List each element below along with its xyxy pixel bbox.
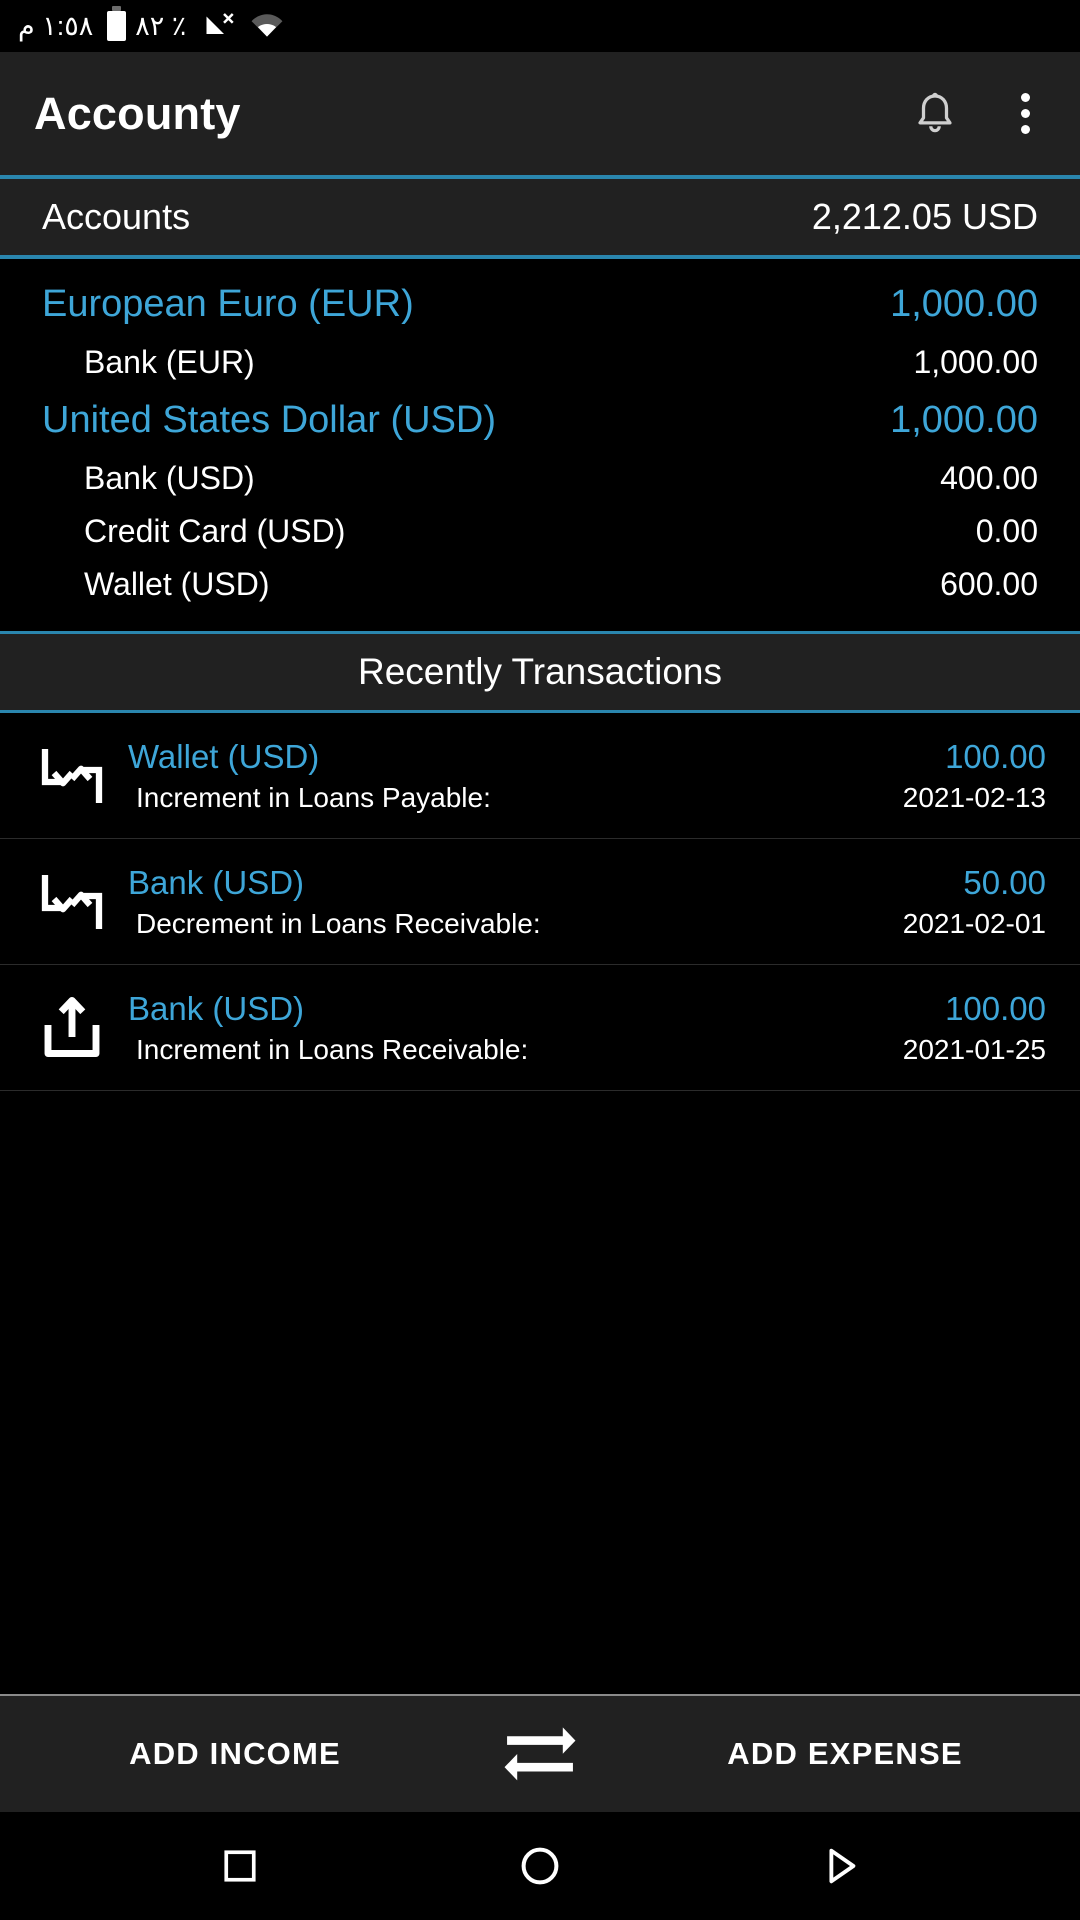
accounts-total: 2,212.05 USD [811, 196, 1038, 237]
more-vertical-icon[interactable] [1004, 87, 1046, 140]
system-navigation-bar [0, 1812, 1080, 1920]
currency-group-usd: United States Dollar (USD) 1,000.00 Bank… [0, 389, 1080, 611]
add-income-button[interactable]: ADD INCOME [0, 1736, 470, 1772]
square-icon[interactable] [195, 1821, 285, 1911]
table-row[interactable]: Wallet (USD) 100.00 Increment in Loans P… [0, 713, 1080, 839]
account-row[interactable]: Credit Card (USD) 0.00 [0, 505, 1080, 558]
section-title: Recently Transactions [357, 651, 722, 692]
signal-off-icon [204, 9, 234, 44]
account-amount: 600.00 [940, 566, 1038, 602]
transaction-primary-line: Bank (USD) 50.00 [128, 864, 1046, 902]
account-name: Bank (EUR) [84, 344, 255, 380]
table-row[interactable]: Bank (USD) 100.00 Increment in Loans Rec… [0, 965, 1080, 1091]
currency-total: 1,000.00 [890, 399, 1038, 441]
upload-icon [30, 992, 114, 1064]
status-bar: ١:٥٨ م ٪ ٨٢ [0, 0, 1080, 52]
transaction-description: Increment in Loans Receivable: [136, 1033, 529, 1065]
currency-total: 1,000.00 [890, 283, 1038, 325]
transaction-description: Increment in Loans Payable: [136, 781, 491, 813]
transaction-date: 2021-02-01 [902, 907, 1046, 939]
status-time: ١:٥٨ م [18, 10, 94, 41]
currency-row[interactable]: United States Dollar (USD) 1,000.00 [0, 389, 1080, 452]
circle-icon[interactable] [495, 1821, 585, 1911]
table-row[interactable]: Bank (USD) 50.00 Decrement in Loans Rece… [0, 839, 1080, 965]
accounts-list: European Euro (EUR) 1,000.00 Bank (EUR) … [0, 259, 1080, 631]
transaction-secondary-line: Decrement in Loans Receivable: 2021-02-0… [128, 908, 1046, 940]
account-row[interactable]: Wallet (USD) 600.00 [0, 558, 1080, 611]
account-amount: 400.00 [940, 460, 1038, 496]
transaction-content: Bank (USD) 50.00 Decrement in Loans Rece… [114, 864, 1046, 940]
transaction-account: Wallet (USD) [128, 737, 320, 775]
app-root: ١:٥٨ م ٪ ٨٢ Accounty Accounts 2,212.05 U… [0, 0, 1080, 1920]
transaction-content: Wallet (USD) 100.00 Increment in Loans P… [114, 738, 1046, 814]
page-title: Accounty [34, 87, 241, 139]
transaction-description: Decrement in Loans Receivable: [136, 907, 541, 939]
currency-row[interactable]: European Euro (EUR) 1,000.00 [0, 273, 1080, 336]
currency-name: European Euro (EUR) [42, 283, 414, 325]
transaction-content: Bank (USD) 100.00 Increment in Loans Rec… [114, 990, 1046, 1066]
recent-transactions-header: Recently Transactions [0, 631, 1080, 713]
transaction-amount: 50.00 [963, 863, 1046, 901]
bell-icon[interactable] [912, 91, 958, 137]
battery-icon [107, 6, 127, 41]
account-row[interactable]: Bank (USD) 400.00 [0, 452, 1080, 505]
app-bar: Accounty [0, 52, 1080, 175]
account-amount: 1,000.00 [913, 344, 1038, 380]
currency-group-eur: European Euro (EUR) 1,000.00 Bank (EUR) … [0, 273, 1080, 389]
triangle-play-icon[interactable] [795, 1821, 885, 1911]
transaction-account: Bank (USD) [128, 989, 305, 1027]
transaction-primary-line: Wallet (USD) 100.00 [128, 738, 1046, 776]
transaction-account: Bank (USD) [128, 863, 305, 901]
transaction-date: 2021-01-25 [902, 1033, 1046, 1065]
account-row[interactable]: Bank (EUR) 1,000.00 [0, 336, 1080, 389]
battery-percent: ٪ ٨٢ [135, 10, 187, 41]
transaction-secondary-line: Increment in Loans Receivable: 2021-01-2… [128, 1034, 1046, 1066]
status-icon-group [204, 9, 284, 44]
transfer-icon [30, 740, 114, 812]
add-expense-button[interactable]: ADD EXPENSE [610, 1736, 1080, 1772]
accounts-summary-header: Accounts 2,212.05 USD [0, 179, 1080, 255]
account-name: Wallet (USD) [84, 566, 270, 602]
bottom-action-bar: ADD INCOME ADD EXPENSE [0, 1694, 1080, 1812]
transaction-primary-line: Bank (USD) 100.00 [128, 990, 1046, 1028]
transactions-list: Wallet (USD) 100.00 Increment in Loans P… [0, 713, 1080, 1091]
battery-indicator: ٪ ٨٢ [107, 6, 187, 42]
account-name: Credit Card (USD) [84, 513, 346, 549]
transaction-secondary-line: Increment in Loans Payable: 2021-02-13 [128, 782, 1046, 814]
account-name: Bank (USD) [84, 460, 255, 496]
wifi-icon [250, 10, 284, 43]
accounts-label: Accounts [42, 196, 191, 237]
transfer-arrows-icon[interactable] [470, 1724, 610, 1784]
empty-area [0, 1091, 1080, 1694]
account-amount: 0.00 [975, 513, 1038, 549]
transaction-amount: 100.00 [945, 737, 1046, 775]
transaction-amount: 100.00 [945, 989, 1046, 1027]
transfer-icon [30, 866, 114, 938]
transaction-date: 2021-02-13 [902, 781, 1046, 813]
currency-name: United States Dollar (USD) [42, 399, 497, 441]
app-bar-actions [912, 87, 1046, 140]
